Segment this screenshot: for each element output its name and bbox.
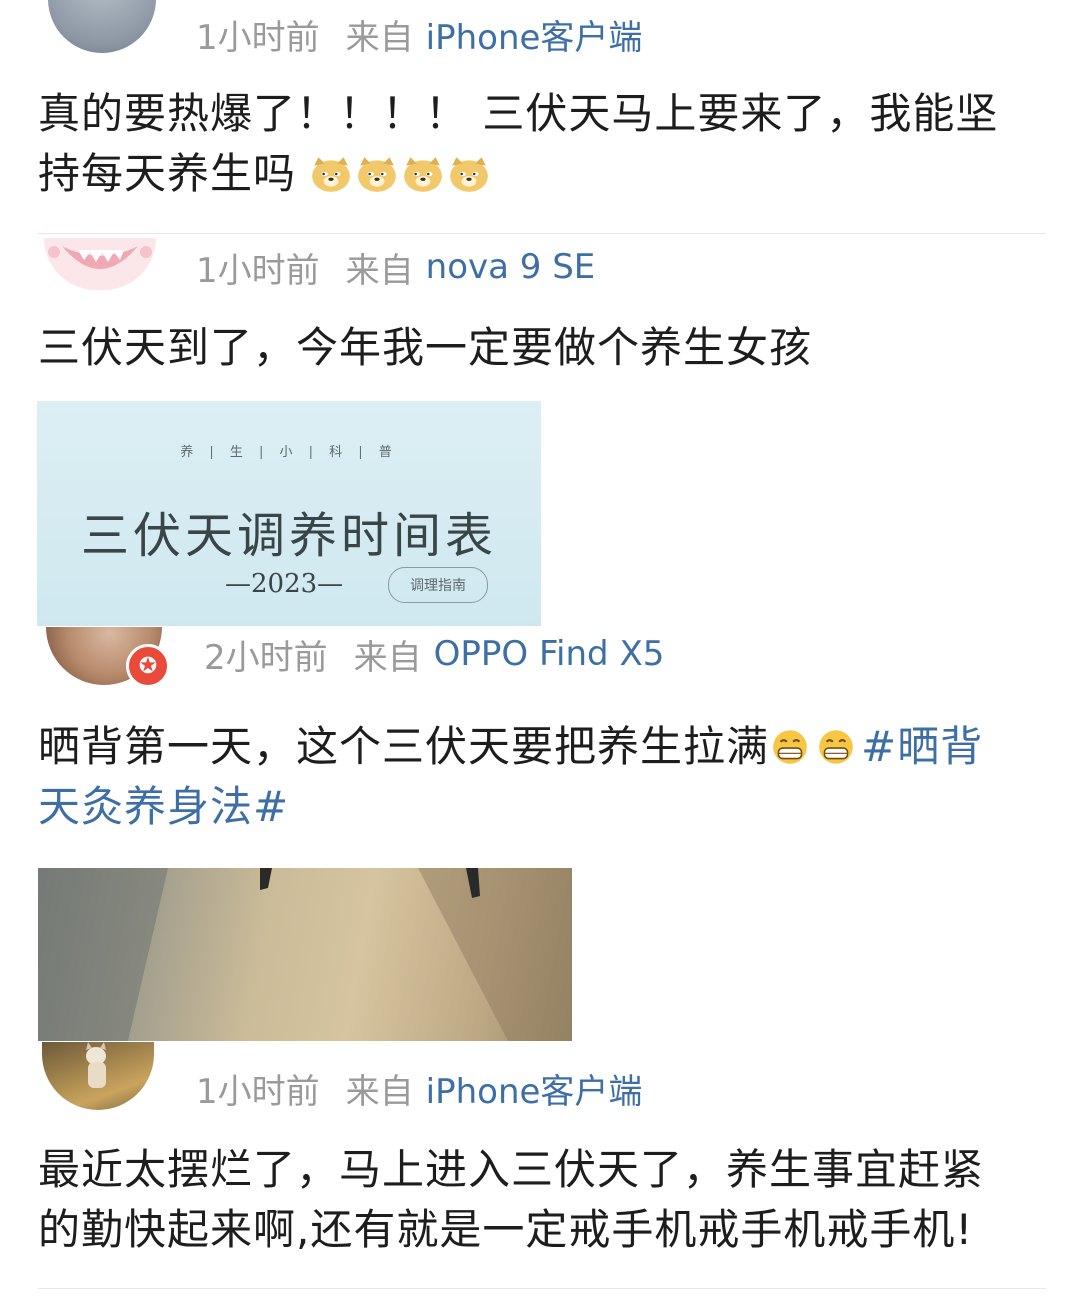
image-title: 三伏天调养时间表 [80,508,497,564]
grin-emoji-icon [773,730,807,764]
post-source[interactable]: iPhone客户端 [426,1064,643,1113]
post-meta: 2小时前 来自 OPPO Find X5 [204,634,665,678]
post-from-label: 来自 [353,637,422,678]
doge-emoji-icon [404,157,443,192]
doge-emoji-icon [358,157,397,192]
post-time: 1小时前 [196,1071,320,1112]
content-line: 真的要热爆了！！！！ 三伏天马上要来了，我能坚 [38,89,999,138]
content-line: 最近太摆烂了，马上进入三伏天了，养生事宜赶紧 [38,1145,985,1194]
image-tag: 调理指南 [388,567,488,603]
doge-emoji-icon [312,157,351,192]
image-year: —2023— [225,569,344,599]
grin-emoji-group [769,722,861,771]
post-meta: 1小时前 来自 iPhone客户端 [196,1068,642,1112]
content-line: 晒背第一天，这个三伏天要把养生拉满 #晒背 [38,722,984,771]
content-line-2: 的勤快起来啊,还有就是一定戒手机戒手机戒手机! [38,1205,974,1254]
post-image-schedule[interactable]: 养 | 生 | 小 | 科 | 普 三伏天调养时间表 —2023— 调理指南 [37,401,541,626]
post-meta: 1小时前 来自 iPhone客户端 [196,14,642,58]
avatar[interactable] [44,238,156,290]
post-source[interactable]: iPhone客户端 [426,10,643,59]
image-subtitle: 养 | 生 | 小 | 科 | 普 [180,445,398,460]
grin-emoji-icon [819,730,853,764]
content-line: 三伏天到了，今年我一定要做个养生女孩 [38,323,813,372]
hashtag-link-continued[interactable]: 天灸养身法# [38,777,1068,837]
doge-emoji-icon [450,157,489,192]
doge-emoji-group [296,149,494,198]
avatar[interactable] [48,0,156,53]
post-time: 2小时前 [204,637,328,678]
post-content: 最近太摆烂了，马上进入三伏天了，养生事宜赶紧 的勤快起来啊,还有就是一定戒手机戒… [38,1140,1068,1260]
post-source[interactable]: nova 9 SE [426,247,596,287]
post-from-label: 来自 [345,17,414,58]
content-line-2: 持每天养生吗 [38,144,1068,204]
post-from-label: 来自 [345,250,414,291]
post-content: 三伏天到了，今年我一定要做个养生女孩 [38,318,1068,378]
smile-mouth-icon [48,246,152,269]
hashtag-link[interactable]: #晒背 [861,722,983,771]
post-content: 真的要热爆了！！！！ 三伏天马上要来了，我能坚 持每天养生吗 [38,84,1068,204]
verified-badge-icon: ✪ [126,644,170,688]
post-divider [38,233,1046,234]
post-divider [38,1288,1046,1289]
post-meta: 1小时前 来自 nova 9 SE [196,247,596,291]
post-image-photo[interactable] [38,868,572,1041]
dog-icon [86,1042,106,1088]
bird-icon [48,0,156,53]
ground-photo [38,868,572,1041]
avatar[interactable] [42,1042,154,1110]
post-content: 晒背第一天，这个三伏天要把养生拉满 #晒背 天灸养身法# [38,717,1068,837]
post-time: 1小时前 [196,250,320,291]
post-time: 1小时前 [196,17,320,58]
post-source[interactable]: OPPO Find X5 [434,634,665,674]
post-from-label: 来自 [345,1071,414,1112]
